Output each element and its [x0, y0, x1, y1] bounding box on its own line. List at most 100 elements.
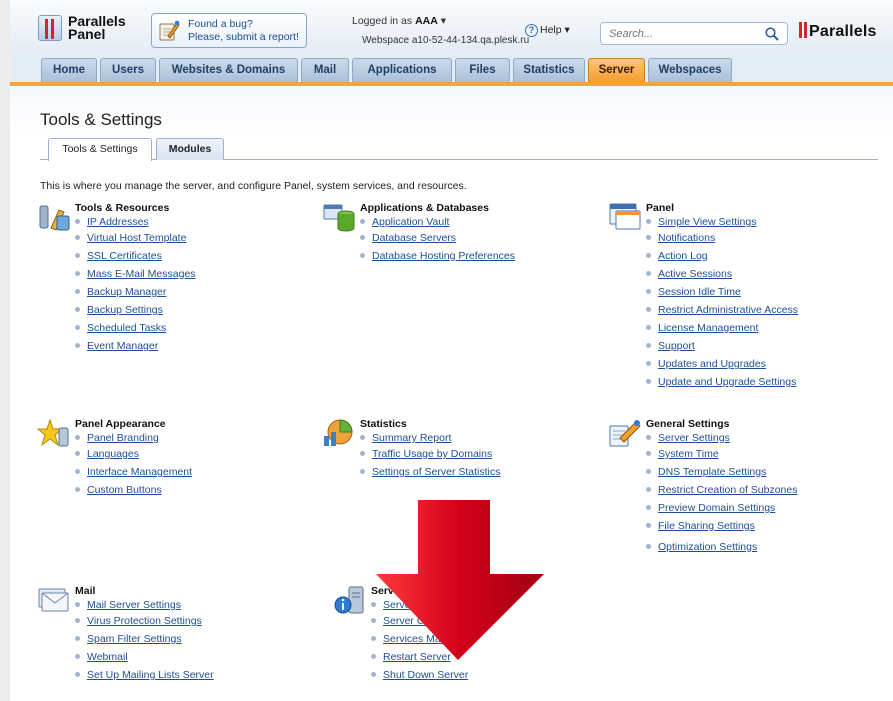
link-virus-protection-settings[interactable]: Virus Protection Settings: [87, 615, 202, 627]
link-panel-branding[interactable]: Panel Branding: [87, 432, 159, 444]
list-item: Custom Buttons: [75, 481, 192, 499]
link-traffic-usage[interactable]: Traffic Usage by Domains: [372, 448, 492, 460]
search-box[interactable]: [600, 22, 788, 45]
link-dns-template-settings[interactable]: DNS Template Settings: [658, 466, 766, 478]
panel-logo-icon: [38, 15, 62, 41]
link-languages[interactable]: Languages: [87, 448, 139, 460]
tab-server[interactable]: Server: [588, 58, 645, 82]
link-file-sharing-settings[interactable]: File Sharing Settings: [658, 520, 755, 532]
link-server-statistics-settings[interactable]: Settings of Server Statistics: [372, 466, 500, 478]
link-mail-server-settings[interactable]: Mail Server Settings: [87, 599, 181, 611]
link-session-idle-time[interactable]: Session Idle Time: [658, 286, 741, 298]
bug-report-button[interactable]: Found a bug? Please, submit a report!: [151, 13, 307, 48]
tab-files[interactable]: Files: [455, 58, 510, 82]
list-item: Update and Upgrade Settings: [646, 373, 798, 391]
logged-in-info[interactable]: Logged in as AAA ▾: [352, 15, 446, 27]
list-item: Settings of Server Statistics: [360, 463, 500, 481]
link-ssl-certificates[interactable]: SSL Certificates: [87, 250, 162, 262]
subtab-tools-settings[interactable]: Tools & Settings: [48, 138, 152, 161]
link-server-settings[interactable]: Server Settings: [658, 432, 730, 444]
link-system-time[interactable]: System Time: [658, 448, 719, 460]
link-shut-down-server[interactable]: Shut Down Server: [383, 669, 468, 681]
link-database-servers[interactable]: Database Servers: [372, 232, 456, 244]
list-item: Optimization Settings: [646, 538, 797, 556]
link-ip-addresses[interactable]: IP Addresses: [87, 216, 149, 228]
link-virtual-host-template[interactable]: Virtual Host Template: [87, 232, 186, 244]
list-item: Restrict Creation of Subzones: [646, 481, 797, 499]
link-restrict-admin-access[interactable]: Restrict Administrative Access: [658, 304, 798, 316]
list-item: Languages: [75, 445, 192, 463]
list-item: Event Manager: [75, 337, 196, 355]
list-item: Mail Server Settings: [75, 598, 214, 612]
link-event-manager[interactable]: Event Manager: [87, 340, 158, 352]
list-item: Action Log: [646, 247, 798, 265]
link-mailing-lists-server[interactable]: Set Up Mailing Lists Server: [87, 669, 214, 681]
group-statistics: Statistics Summary Report Traffic Usage …: [324, 418, 500, 481]
list-item: Active Sessions: [646, 265, 798, 283]
link-preview-domain-settings[interactable]: Preview Domain Settings: [658, 502, 775, 514]
list-item: Restrict Administrative Access: [646, 301, 798, 319]
group-links: Application Vault Database Servers Datab…: [360, 215, 515, 265]
tab-statistics[interactable]: Statistics: [513, 58, 585, 82]
group-general-settings: General Settings Server Settings System …: [609, 418, 797, 556]
left-margin: [0, 0, 10, 701]
search-input[interactable]: [609, 26, 759, 42]
tools-icon: [39, 205, 70, 231]
parallels-panel-logo[interactable]: Parallels Panel: [38, 13, 148, 45]
help-chevron-icon: ▾: [564, 24, 570, 36]
link-action-log[interactable]: Action Log: [658, 250, 708, 262]
group-links: Summary Report Traffic Usage by Domains …: [360, 431, 500, 481]
list-item: Summary Report: [360, 431, 500, 445]
list-item: System Time: [646, 445, 797, 463]
list-item: Traffic Usage by Domains: [360, 445, 500, 463]
list-item: License Management: [646, 319, 798, 337]
link-interface-management[interactable]: Interface Management: [87, 466, 192, 478]
list-item: Interface Management: [75, 463, 192, 481]
star-icon: [37, 418, 69, 447]
link-optimization-settings[interactable]: Optimization Settings: [658, 541, 757, 553]
search-icon[interactable]: [765, 27, 779, 41]
list-item: Session Idle Time: [646, 283, 798, 301]
list-item: Backup Manager: [75, 283, 196, 301]
link-scheduled-tasks[interactable]: Scheduled Tasks: [87, 322, 166, 334]
subtab-modules[interactable]: Modules: [156, 138, 224, 160]
tab-home[interactable]: Home: [41, 58, 97, 82]
user-name: AAA: [415, 15, 438, 27]
link-updates-upgrades[interactable]: Updates and Upgrades: [658, 358, 766, 370]
tab-websites-domains[interactable]: Websites & Domains: [159, 58, 298, 82]
link-application-vault[interactable]: Application Vault: [372, 216, 449, 228]
link-active-sessions[interactable]: Active Sessions: [658, 268, 732, 280]
link-webmail[interactable]: Webmail: [87, 651, 128, 663]
group-title: Statistics: [360, 418, 407, 430]
link-backup-manager[interactable]: Backup Manager: [87, 286, 166, 298]
link-custom-buttons[interactable]: Custom Buttons: [87, 484, 162, 496]
brand-text: Parallels: [809, 23, 877, 40]
link-restrict-subzones[interactable]: Restrict Creation of Subzones: [658, 484, 797, 496]
link-license-management[interactable]: License Management: [658, 322, 758, 334]
tab-webspaces[interactable]: Webspaces: [648, 58, 732, 82]
list-item: Server Settings: [646, 431, 797, 445]
settings-icon: [609, 420, 641, 447]
tab-users[interactable]: Users: [100, 58, 156, 82]
list-item: Set Up Mailing Lists Server: [75, 666, 214, 684]
tab-applications[interactable]: Applications: [352, 58, 452, 82]
help-menu[interactable]: ? Help ▾: [525, 24, 570, 37]
logged-in-label: Logged in as: [352, 15, 413, 27]
link-spam-filter-settings[interactable]: Spam Filter Settings: [87, 633, 182, 645]
group-title: Panel: [646, 202, 675, 214]
webspace-label: Webspace a10-52-44-134.qa.plesk.ru: [362, 35, 530, 46]
group-panel-appearance: Panel Appearance Panel Branding Language…: [37, 418, 192, 499]
link-update-upgrade-settings[interactable]: Update and Upgrade Settings: [658, 376, 796, 388]
database-icon: [323, 204, 355, 232]
link-simple-view-settings[interactable]: Simple View Settings: [658, 216, 756, 228]
link-mass-email[interactable]: Mass E-Mail Messages: [87, 268, 196, 280]
link-summary-report[interactable]: Summary Report: [372, 432, 451, 444]
link-database-hosting-preferences[interactable]: Database Hosting Preferences: [372, 250, 515, 262]
link-notifications[interactable]: Notifications: [658, 232, 715, 244]
link-support[interactable]: Support: [658, 340, 695, 352]
list-item: Support: [646, 337, 798, 355]
link-backup-settings[interactable]: Backup Settings: [87, 304, 163, 316]
tab-mail[interactable]: Mail: [301, 58, 349, 82]
list-item: SSL Certificates: [75, 247, 196, 265]
list-item: Webmail: [75, 648, 214, 666]
